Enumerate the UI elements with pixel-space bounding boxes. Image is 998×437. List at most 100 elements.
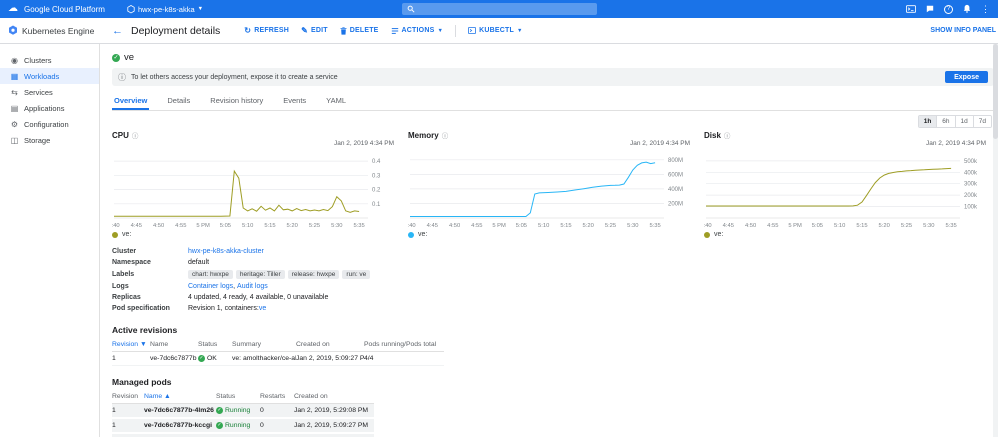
label-chip: heritage: Tiller: [235, 270, 285, 279]
actions-button[interactable]: ACTIONS ▼: [391, 27, 444, 35]
toolbar: ↻ REFRESH ✎ EDIT DELETE ACTIONS ▼ KUBECT…: [244, 24, 523, 37]
chart-legend: ve:: [704, 231, 990, 238]
col-header-pods-running-pods-total[interactable]: Pods running/Pods total: [364, 338, 444, 352]
edit-button[interactable]: ✎ EDIT: [301, 26, 328, 35]
svg-text:400k: 400k: [964, 170, 978, 176]
time-range-selector: 1h 6h 1d 7d: [917, 115, 992, 128]
sidebar-item-workloads[interactable]: ▦ Workloads: [0, 68, 99, 84]
chart-timestamp: Jan 2, 2019 4:34 PM: [630, 140, 690, 147]
info-icon: ⓘ: [118, 72, 126, 82]
chart-title: Memory: [408, 130, 439, 140]
show-info-panel-button[interactable]: SHOW INFO PANEL: [930, 27, 998, 34]
container-link[interactable]: ve: [259, 305, 266, 312]
time-range-7d[interactable]: 7d: [972, 116, 991, 127]
chart-plot: 0.1 0.2 0.3 0.4 4:40 4:45 4:50 4:55 5 PM 5:05 5:10…: [112, 159, 381, 229]
cell-revision: 1: [112, 419, 144, 434]
legend-dot: [408, 231, 414, 238]
detail-row-labels: Labels chart: hwxpe heritage: Tiller releas…: [112, 268, 998, 281]
cell-name: ve-7dc6c7877b: [150, 352, 198, 366]
svg-text:5:30: 5:30: [331, 223, 342, 229]
sidebar-item-clusters[interactable]: ◉ Clusters: [0, 52, 99, 68]
status-ok-icon: ✓: [198, 355, 205, 362]
col-header-restarts[interactable]: Restarts: [260, 390, 294, 404]
svg-text:5:15: 5:15: [264, 223, 275, 229]
kubectl-button[interactable]: KUBECTL ▼: [468, 27, 523, 34]
col-header-summary[interactable]: Summary: [232, 338, 296, 352]
chart-title: Disk: [704, 130, 721, 140]
col-header-revision[interactable]: Revision: [112, 390, 144, 404]
log-link[interactable]: Audit logs: [237, 283, 268, 290]
cell-name: ve-7dc6c7877b-kccgi: [144, 419, 216, 434]
detail-label: Cluster: [112, 248, 137, 255]
cluster-link[interactable]: hwx-pe-k8s-akka-cluster: [188, 248, 264, 255]
pod-name[interactable]: ve-7dc6c7877b-4lm26: [144, 407, 214, 414]
vertical-scrollbar[interactable]: [993, 44, 998, 437]
cell-status: ✓ OK: [198, 352, 232, 366]
pod-name[interactable]: ve-7dc6c7877b-kccgi: [144, 422, 212, 429]
svg-text:5:25: 5:25: [901, 223, 912, 229]
sidebar-item-configuration[interactable]: ⚙ Configuration: [0, 116, 99, 132]
svg-text:5:10: 5:10: [242, 223, 253, 229]
svg-text:4:45: 4:45: [427, 223, 438, 229]
back-arrow-icon[interactable]: ←: [112, 25, 123, 37]
deployment-title: ✓ ve: [112, 52, 135, 63]
detail-label: Labels: [112, 271, 135, 278]
col-header-status[interactable]: Status: [216, 390, 260, 404]
chart-timestamp: Jan 2, 2019 4:34 PM: [926, 140, 986, 147]
search-input[interactable]: [401, 3, 597, 15]
col-header-created-on[interactable]: Created on: [296, 338, 364, 352]
tab-details[interactable]: Details: [165, 92, 192, 110]
refresh-button[interactable]: ↻ REFRESH: [244, 26, 289, 35]
appbar: Kubernetes Engine ← Deployment details ↻…: [0, 18, 998, 44]
notifications-icon[interactable]: [963, 0, 971, 18]
info-icon: ⓘ: [441, 133, 449, 140]
chart-plot: 200M 400M 600M 800M 4:40 4:45 4:50 4:55 5 PM 5:05…: [408, 158, 683, 229]
charts-row: CPUⓘJan 2, 2019 4:34 PM0.10.20.30.44:404…: [112, 130, 998, 238]
col-header-name[interactable]: Name ▲: [144, 390, 216, 404]
status-running-icon: ✓: [216, 407, 223, 414]
col-header-status[interactable]: Status: [198, 338, 232, 352]
time-range-1h[interactable]: 1h: [918, 116, 937, 127]
main-content: ✓ ve ⓘ To let others access your deploym…: [100, 44, 998, 437]
scrollbar-thumb[interactable]: [993, 44, 998, 139]
cloud-shell-icon[interactable]: [906, 0, 916, 18]
svg-text:5:30: 5:30: [627, 223, 638, 229]
product-home[interactable]: Kubernetes Engine: [8, 25, 104, 36]
more-vert-icon[interactable]: ⋮: [981, 4, 990, 14]
chevron-down-icon: ▼: [437, 27, 444, 34]
col-header-name[interactable]: Name: [150, 338, 198, 352]
log-link[interactable]: Container logs: [188, 283, 233, 290]
cell-restarts: 0: [260, 419, 294, 434]
feedback-icon[interactable]: [926, 0, 934, 18]
storage-icon: ◫: [10, 135, 19, 145]
col-header-revision[interactable]: Revision ▼: [112, 338, 150, 352]
services-icon: ⇆: [11, 87, 18, 97]
delete-button[interactable]: DELETE: [340, 26, 379, 35]
sidebar-item-applications[interactable]: ▤ Applications: [0, 100, 99, 116]
help-icon[interactable]: ?: [944, 4, 953, 14]
tab-yaml[interactable]: YAML: [324, 92, 348, 110]
col-header-created-on[interactable]: Created on: [294, 390, 374, 404]
svg-text:500k: 500k: [964, 159, 978, 165]
time-range-1d[interactable]: 1d: [954, 116, 973, 127]
tab-revision-history[interactable]: Revision history: [208, 92, 265, 110]
tab-overview[interactable]: Overview: [112, 92, 150, 110]
detail-label: Replicas: [112, 294, 141, 301]
edit-icon: ✎: [301, 26, 308, 35]
sidebar-item-storage[interactable]: ◫ Storage: [0, 132, 99, 148]
detail-row-cluster: Cluster hwx-pe-k8s-akka-cluster: [112, 246, 998, 257]
project-selector[interactable]: hwx-pe-k8s-akka ▼: [127, 5, 203, 14]
tab-events[interactable]: Events: [281, 92, 308, 110]
chevron-down-icon: ▼: [197, 6, 204, 12]
expose-button[interactable]: Expose: [945, 71, 988, 83]
time-range-6h[interactable]: 6h: [936, 116, 955, 127]
sidebar-item-services[interactable]: ⇆ Services: [0, 84, 99, 100]
svg-text:4:45: 4:45: [723, 223, 734, 229]
label-chip: release: hwxpe: [287, 270, 340, 279]
svg-text:4:55: 4:55: [471, 223, 482, 229]
label-chip: run: ve: [342, 270, 371, 279]
trash-icon: [340, 26, 347, 35]
svg-text:0.3: 0.3: [372, 173, 381, 179]
svg-text:800M: 800M: [668, 158, 683, 164]
detail-label: Namespace: [112, 259, 151, 266]
